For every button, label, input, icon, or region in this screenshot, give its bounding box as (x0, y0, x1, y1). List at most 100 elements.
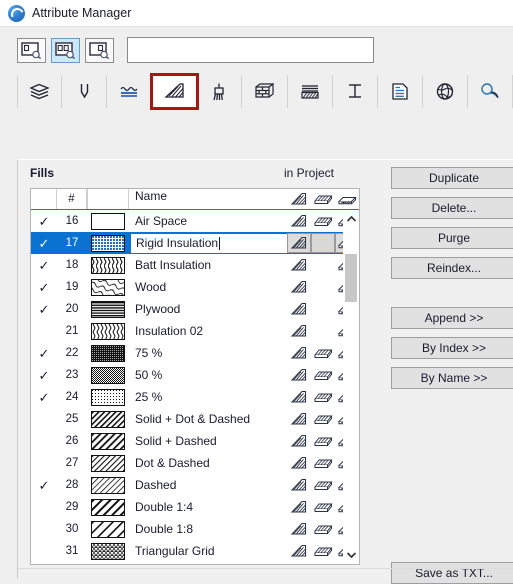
table-row[interactable]: 26 Solid + Dashed (31, 430, 359, 452)
row-cut-fill-icon[interactable] (287, 324, 311, 338)
row-cover-fill-icon[interactable] (311, 544, 335, 558)
save-as-txt-button[interactable]: Save as TXT... (391, 562, 513, 584)
tab-composites[interactable] (287, 75, 333, 108)
tab-surfaces[interactable] (197, 75, 243, 108)
row-pattern-preview[interactable] (87, 454, 129, 472)
row-cut-fill-icon[interactable] (287, 214, 311, 228)
by-name-button[interactable]: By Name >> (391, 367, 513, 389)
table-row[interactable]: 30 Double 1:8 (31, 518, 359, 540)
row-use-checkbox[interactable]: ✓ (31, 259, 57, 272)
row-pattern-preview[interactable] (87, 300, 129, 318)
table-row[interactable]: ✓ 22 75 % (31, 342, 359, 364)
purge-button[interactable]: Purge (391, 227, 513, 249)
row-cover-fill-icon[interactable] (311, 390, 335, 404)
reindex-button[interactable]: Reindex... (391, 257, 513, 279)
table-row[interactable]: 31 Triangular Grid (31, 540, 359, 562)
row-cover-fill-icon[interactable] (311, 434, 335, 448)
tab-lines[interactable] (62, 75, 108, 108)
row-cut-fill-icon[interactable] (287, 390, 311, 404)
row-name-input[interactable]: Rigid Insulation (129, 233, 287, 253)
table-row[interactable]: 32Triangles (31, 562, 359, 564)
tab-profiles[interactable] (332, 75, 378, 108)
row-cover-fill-icon[interactable] (311, 456, 335, 470)
append-button[interactable]: Append >> (391, 307, 513, 329)
tab-layers[interactable] (17, 75, 63, 108)
duplicate-button[interactable]: Duplicate (391, 167, 513, 189)
list-scrollbar[interactable] (343, 210, 359, 564)
row-pattern-preview[interactable] (87, 322, 129, 340)
table-row[interactable]: ✓ 20 Plywood (31, 298, 359, 320)
row-cut-fill-icon[interactable] (287, 544, 311, 558)
scroll-down-button[interactable] (343, 546, 359, 564)
row-pattern-preview[interactable] (87, 256, 129, 274)
row-cover-fill-icon[interactable] (311, 522, 335, 536)
table-row[interactable]: ✓ 28 Dashed (31, 474, 359, 496)
tab-fills[interactable] (150, 73, 200, 110)
row-cut-fill-icon[interactable] (287, 434, 311, 448)
row-cover-fill-icon[interactable] (311, 478, 335, 492)
tab-markup-styles[interactable] (422, 75, 468, 108)
row-pattern-preview[interactable] (87, 542, 129, 560)
scrollbar-thumb[interactable] (345, 254, 357, 302)
row-pattern-preview[interactable] (87, 520, 129, 538)
row-cut-fill-icon[interactable] (287, 346, 311, 360)
row-cut-fill-icon[interactable] (287, 280, 311, 294)
tab-mep-systems[interactable] (467, 75, 513, 108)
row-cover-fill-icon[interactable] (311, 214, 335, 228)
row-pattern-preview[interactable] (87, 344, 129, 362)
row-cut-fill-icon[interactable] (287, 412, 311, 426)
row-pattern-preview[interactable] (87, 366, 129, 384)
row-use-checkbox[interactable]: ✓ (31, 303, 57, 316)
table-row[interactable]: 29 Double 1:4 (31, 496, 359, 518)
row-cut-fill-icon[interactable] (287, 368, 311, 382)
table-row[interactable]: 27 Dot & Dashed (31, 452, 359, 474)
row-cut-fill-icon[interactable] (287, 500, 311, 514)
row-pattern-preview[interactable] (87, 410, 129, 428)
table-row[interactable]: ✓ 18 Batt Insulation (31, 254, 359, 276)
row-cover-fill-icon[interactable] (311, 500, 335, 514)
row-use-checkbox[interactable]: ✓ (31, 215, 57, 228)
scrollbar-track[interactable] (343, 228, 359, 546)
tab-zone-categories[interactable] (377, 75, 423, 108)
tab-building-materials[interactable] (242, 75, 288, 108)
row-pattern-preview[interactable] (87, 278, 129, 296)
row-pattern-preview[interactable] (87, 234, 129, 252)
row-cut-fill-icon[interactable] (287, 302, 311, 316)
row-pattern-preview[interactable] (87, 432, 129, 450)
table-row[interactable]: 21 Insulation 02 (31, 320, 359, 342)
row-cover-fill-icon[interactable] (311, 233, 335, 253)
dual-pane-view-button[interactable] (51, 37, 80, 63)
row-cut-fill-icon[interactable] (287, 233, 311, 253)
row-cover-fill-icon[interactable] (311, 368, 335, 382)
row-cover-fill-icon[interactable] (311, 346, 335, 360)
row-pattern-preview[interactable] (87, 212, 129, 230)
table-row[interactable]: ✓ 16 Air Space (31, 210, 359, 232)
table-row[interactable]: ✓ 17 Rigid Insulation (31, 232, 359, 254)
table-row[interactable]: ✓ 23 50 % (31, 364, 359, 386)
row-pattern-preview[interactable] (87, 498, 129, 516)
attribute-type-tabs (17, 73, 513, 110)
row-cut-fill-icon[interactable] (287, 478, 311, 492)
table-row[interactable]: ✓ 24 25 % (31, 386, 359, 408)
row-cut-fill-icon[interactable] (287, 258, 311, 272)
row-use-checkbox[interactable]: ✓ (31, 237, 57, 250)
row-use-checkbox[interactable]: ✓ (31, 369, 57, 382)
row-pattern-preview[interactable] (87, 476, 129, 494)
row-pattern-preview[interactable] (87, 388, 129, 406)
delete-button[interactable]: Delete... (391, 197, 513, 219)
row-use-checkbox[interactable]: ✓ (31, 391, 57, 404)
row-cut-fill-icon[interactable] (287, 456, 311, 470)
row-cover-fill-icon[interactable] (311, 412, 335, 426)
single-pane-view-button[interactable] (17, 37, 46, 63)
right-pane-view-button[interactable] (85, 37, 114, 63)
table-row[interactable]: 25 Solid + Dot & Dashed (31, 408, 359, 430)
table-row[interactable]: ✓ 19 Wood (31, 276, 359, 298)
row-use-checkbox[interactable]: ✓ (31, 281, 57, 294)
tab-line-types[interactable] (107, 75, 153, 108)
row-use-checkbox[interactable]: ✓ (31, 347, 57, 360)
row-cut-fill-icon[interactable] (287, 522, 311, 536)
scroll-up-button[interactable] (343, 210, 359, 228)
row-use-checkbox[interactable]: ✓ (31, 479, 57, 492)
by-index-button[interactable]: By Index >> (391, 337, 513, 359)
search-input[interactable] (127, 37, 374, 63)
